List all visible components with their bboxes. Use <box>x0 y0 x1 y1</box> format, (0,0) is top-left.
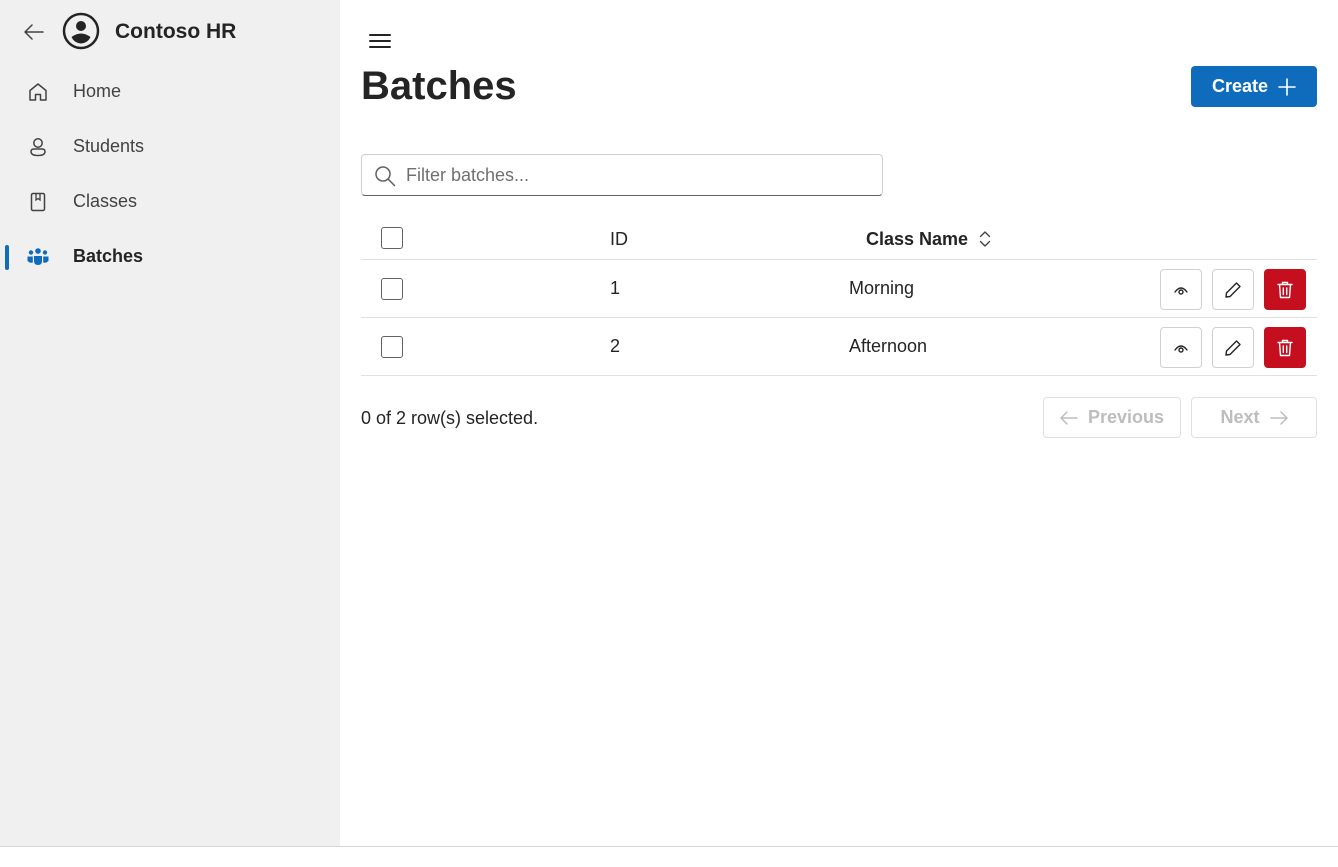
person-icon <box>26 135 50 159</box>
arrow-left-icon <box>24 24 44 40</box>
sort-icon <box>979 231 991 247</box>
previous-page-button[interactable]: Previous <box>1043 397 1181 438</box>
arrow-right-icon <box>1269 410 1288 425</box>
nav-item-label: Home <box>73 81 122 101</box>
selection-status: 0 of 2 row(s) selected. <box>361 408 539 428</box>
filter-field <box>361 154 883 196</box>
row-checkbox[interactable] <box>381 278 403 300</box>
cell-id: 2 <box>610 336 621 356</box>
table-header: ID Class Name <box>361 218 1317 260</box>
create-button[interactable]: Create <box>1191 66 1317 107</box>
edit-button[interactable] <box>1212 327 1254 368</box>
delete-button[interactable] <box>1264 269 1306 310</box>
pencil-icon <box>1225 281 1241 298</box>
pencil-icon <box>1225 339 1241 356</box>
next-page-button[interactable]: Next <box>1191 397 1317 438</box>
nav-item-batches[interactable]: Batches <box>0 233 340 281</box>
sidebar-header: Contoso HR <box>0 0 340 64</box>
menu-toggle-button[interactable] <box>366 28 394 54</box>
book-icon <box>26 190 50 214</box>
trash-icon <box>1277 281 1293 298</box>
nav-item-label: Classes <box>73 191 138 211</box>
app-title: Contoso HR <box>115 20 237 43</box>
filter-input[interactable] <box>406 161 866 189</box>
create-button-label: Create <box>1211 76 1269 96</box>
row-checkbox[interactable] <box>381 336 403 358</box>
column-header-id: ID <box>610 229 628 249</box>
nav-item-label: Students <box>73 136 145 156</box>
eye-icon <box>1174 344 1188 353</box>
column-header-label: Class Name <box>866 228 969 249</box>
table-row: 2 Afternoon <box>361 318 1317 376</box>
page-title: Batches <box>361 64 517 108</box>
main-content: Batches Create ID Class Name 1 Morning <box>340 0 1338 847</box>
select-all-checkbox[interactable] <box>381 227 403 249</box>
row-actions <box>1160 327 1306 368</box>
delete-button[interactable] <box>1264 327 1306 368</box>
edit-button[interactable] <box>1212 269 1254 310</box>
nav-item-classes[interactable]: Classes <box>0 178 340 226</box>
people-team-icon <box>26 245 50 269</box>
back-button[interactable] <box>20 18 48 46</box>
cell-class-name: Morning <box>849 278 915 298</box>
eye-icon <box>1174 286 1188 295</box>
table-row: 1 Morning <box>361 260 1317 318</box>
window-bottom-border <box>0 846 1338 847</box>
cell-id: 1 <box>610 278 621 298</box>
home-icon <box>26 80 50 104</box>
sidebar: Contoso HR Home Students Classes Batches <box>0 0 340 847</box>
view-button[interactable] <box>1160 269 1202 310</box>
nav-item-home[interactable]: Home <box>0 68 340 116</box>
previous-label: Previous <box>1087 407 1165 427</box>
nav-item-students[interactable]: Students <box>0 123 340 171</box>
batches-table: ID Class Name 1 Morning 2 Afternoon <box>361 218 1317 376</box>
active-indicator <box>5 245 9 270</box>
cell-class-name: Afternoon <box>849 336 928 356</box>
trash-icon <box>1277 339 1293 356</box>
next-label: Next <box>1220 407 1260 427</box>
plus-icon <box>1278 77 1296 96</box>
app-logo-icon <box>62 12 100 50</box>
row-actions <box>1160 269 1306 310</box>
search-icon <box>375 166 396 187</box>
hamburger-icon <box>369 34 391 48</box>
nav-item-label: Batches <box>73 246 144 266</box>
column-header-class-name[interactable]: Class Name <box>866 227 992 251</box>
arrow-left-icon <box>1060 410 1078 425</box>
view-button[interactable] <box>1160 327 1202 368</box>
